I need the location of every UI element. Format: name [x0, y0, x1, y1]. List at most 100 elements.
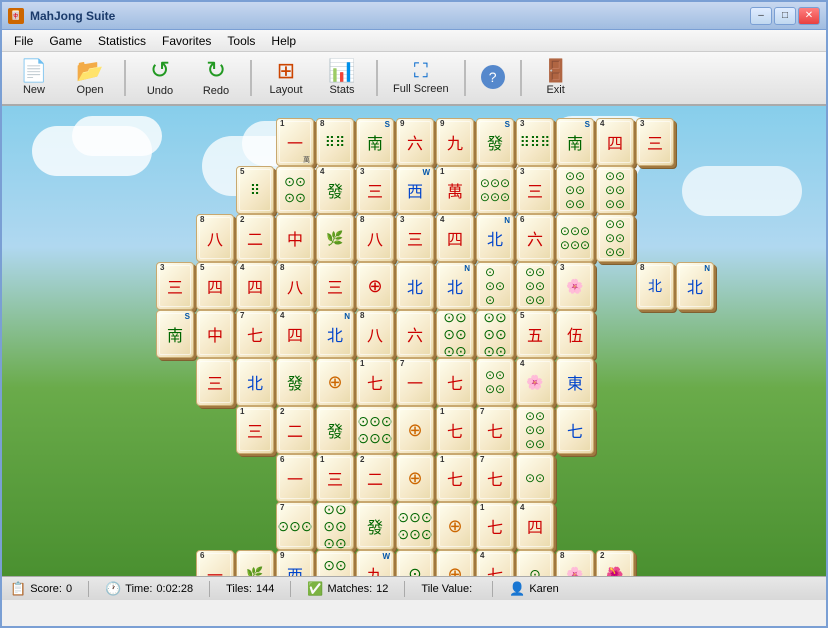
exit-button[interactable]: 🚪 Exit — [530, 56, 582, 100]
tile[interactable]: ⊙⊙⊙⊙⊙⊙ — [476, 166, 514, 214]
tile[interactable]: ⊕ — [316, 358, 354, 406]
open-button[interactable]: 📂 Open — [64, 56, 116, 100]
tile[interactable]: ⊙⊙⊙⊙⊙⊙ — [356, 406, 394, 454]
tile[interactable]: 4四 — [276, 310, 314, 358]
tile[interactable]: 🌿 — [316, 214, 354, 262]
tile[interactable]: 5五 — [516, 310, 554, 358]
tile[interactable]: ⊙⊙⊙⊙ — [276, 166, 314, 214]
tile[interactable]: ⊙⊙⊙⊙⊙⊙ — [436, 310, 474, 358]
menu-game[interactable]: Game — [41, 32, 90, 50]
tile[interactable]: 4發 — [316, 166, 354, 214]
tile[interactable]: 2🌺 — [596, 550, 634, 576]
tile[interactable]: 4四 — [436, 214, 474, 262]
menu-statistics[interactable]: Statistics — [90, 32, 154, 50]
tile[interactable]: ⊙⊙⊙⊙ — [476, 358, 514, 406]
tile[interactable]: 3三 — [516, 166, 554, 214]
menu-favorites[interactable]: Favorites — [154, 32, 219, 50]
tile[interactable]: 8🌸 — [556, 550, 594, 576]
tile[interactable]: 三 — [316, 262, 354, 310]
tile[interactable]: 中 — [276, 214, 314, 262]
tile[interactable]: 3⠿⠿⠿ — [516, 118, 554, 166]
tile[interactable]: 9六 — [396, 118, 434, 166]
redo-button[interactable]: ↻ Redo — [190, 56, 242, 100]
tile[interactable]: ⊙⊙⊙⊙ — [316, 550, 354, 576]
tile[interactable]: 北 — [236, 358, 274, 406]
tile[interactable]: ⊙⊙⊙⊙⊙⊙ — [316, 502, 354, 550]
tile[interactable]: 2二 — [276, 406, 314, 454]
tile[interactable]: 2二 — [356, 454, 394, 502]
tile[interactable]: ⊙⊙⊙⊙⊙⊙ — [516, 406, 554, 454]
tile[interactable]: N北 — [316, 310, 354, 358]
tile[interactable]: ⊕ — [396, 454, 434, 502]
tile[interactable]: 七 — [556, 406, 594, 454]
tile[interactable]: 6一 — [276, 454, 314, 502]
layout-button[interactable]: ⊞ Layout — [260, 56, 312, 100]
menu-help[interactable]: Help — [263, 32, 304, 50]
tile[interactable]: 6一 — [196, 550, 234, 576]
tile[interactable]: ⊙⊙⊙⊙⊙⊙ — [396, 502, 434, 550]
tile[interactable]: 8八 — [276, 262, 314, 310]
new-button[interactable]: 📄 New — [8, 56, 60, 100]
tile[interactable]: S發 — [476, 118, 514, 166]
tile[interactable]: N北 — [436, 262, 474, 310]
tile[interactable]: ⊕ — [436, 502, 474, 550]
tile[interactable]: 三 — [196, 358, 234, 406]
tile[interactable]: 七 — [436, 358, 474, 406]
undo-button[interactable]: ↺ Undo — [134, 56, 186, 100]
tile[interactable]: 8北 — [636, 262, 674, 310]
tile[interactable]: ⊙⊙⊙⊙⊙⊙ — [596, 214, 634, 262]
tile[interactable]: N北 — [676, 262, 714, 310]
tile[interactable]: 8⠿⠿ — [316, 118, 354, 166]
tile[interactable]: 4🌸 — [516, 358, 554, 406]
tile[interactable]: N北 — [476, 214, 514, 262]
tile[interactable]: 7七 — [476, 406, 514, 454]
tile[interactable]: 8八 — [356, 214, 394, 262]
tile[interactable]: S南 — [356, 118, 394, 166]
tile[interactable]: ⊙ — [396, 550, 434, 576]
tile[interactable]: 1一萬 — [276, 118, 314, 166]
tile[interactable]: 1七 — [356, 358, 394, 406]
tile[interactable]: 4七 — [476, 550, 514, 576]
close-button[interactable]: ✕ — [798, 7, 820, 25]
maximize-button[interactable]: □ — [774, 7, 796, 25]
tile[interactable]: ⊙⊙⊙⊙ — [476, 262, 514, 310]
tile[interactable]: W九 — [356, 550, 394, 576]
tile[interactable]: 🌿 — [236, 550, 274, 576]
tile[interactable]: 4四 — [596, 118, 634, 166]
tile[interactable]: W西 — [396, 166, 434, 214]
tile[interactable]: 發 — [276, 358, 314, 406]
menu-file[interactable]: File — [6, 32, 41, 50]
tile[interactable]: 3三 — [156, 262, 194, 310]
tile[interactable]: S南 — [556, 118, 594, 166]
tile[interactable]: ⊙⊙⊙⊙⊙⊙ — [516, 262, 554, 310]
tile[interactable]: 9九 — [436, 118, 474, 166]
tile[interactable]: ⊕ — [436, 550, 474, 576]
tile[interactable]: 7一 — [396, 358, 434, 406]
tile[interactable]: ⊕ — [356, 262, 394, 310]
tile[interactable]: ⊙⊙ — [516, 454, 554, 502]
tile[interactable]: 1七 — [436, 406, 474, 454]
tile[interactable]: ⊕ — [396, 406, 434, 454]
fullscreen-button[interactable]: ⛶ Full Screen — [386, 56, 456, 100]
tile[interactable]: 1七 — [436, 454, 474, 502]
tile[interactable]: ⊙⊙⊙⊙⊙⊙ — [556, 166, 594, 214]
tile[interactable]: 六 — [396, 310, 434, 358]
tile[interactable]: 3🌸 — [556, 262, 594, 310]
tile[interactable]: 7七 — [476, 454, 514, 502]
tile[interactable]: ⊙⊙⊙⊙⊙⊙ — [596, 166, 634, 214]
tile[interactable]: 3三 — [636, 118, 674, 166]
tile[interactable]: ⊙ — [516, 550, 554, 576]
tile[interactable]: 1七 — [476, 502, 514, 550]
tile[interactable]: 發 — [356, 502, 394, 550]
tile[interactable]: 5四 — [196, 262, 234, 310]
tile[interactable]: 9西 — [276, 550, 314, 576]
tile[interactable]: 東 — [556, 358, 594, 406]
tile[interactable]: 3三 — [356, 166, 394, 214]
tile[interactable]: 2二 — [236, 214, 274, 262]
menu-tools[interactable]: Tools — [219, 32, 263, 50]
tile[interactable]: 8八 — [196, 214, 234, 262]
tile[interactable]: 1三 — [236, 406, 274, 454]
stats-button[interactable]: 📊 Stats — [316, 56, 368, 100]
tile[interactable]: ⊙⊙⊙⊙⊙⊙ — [476, 310, 514, 358]
tile[interactable]: 北 — [396, 262, 434, 310]
